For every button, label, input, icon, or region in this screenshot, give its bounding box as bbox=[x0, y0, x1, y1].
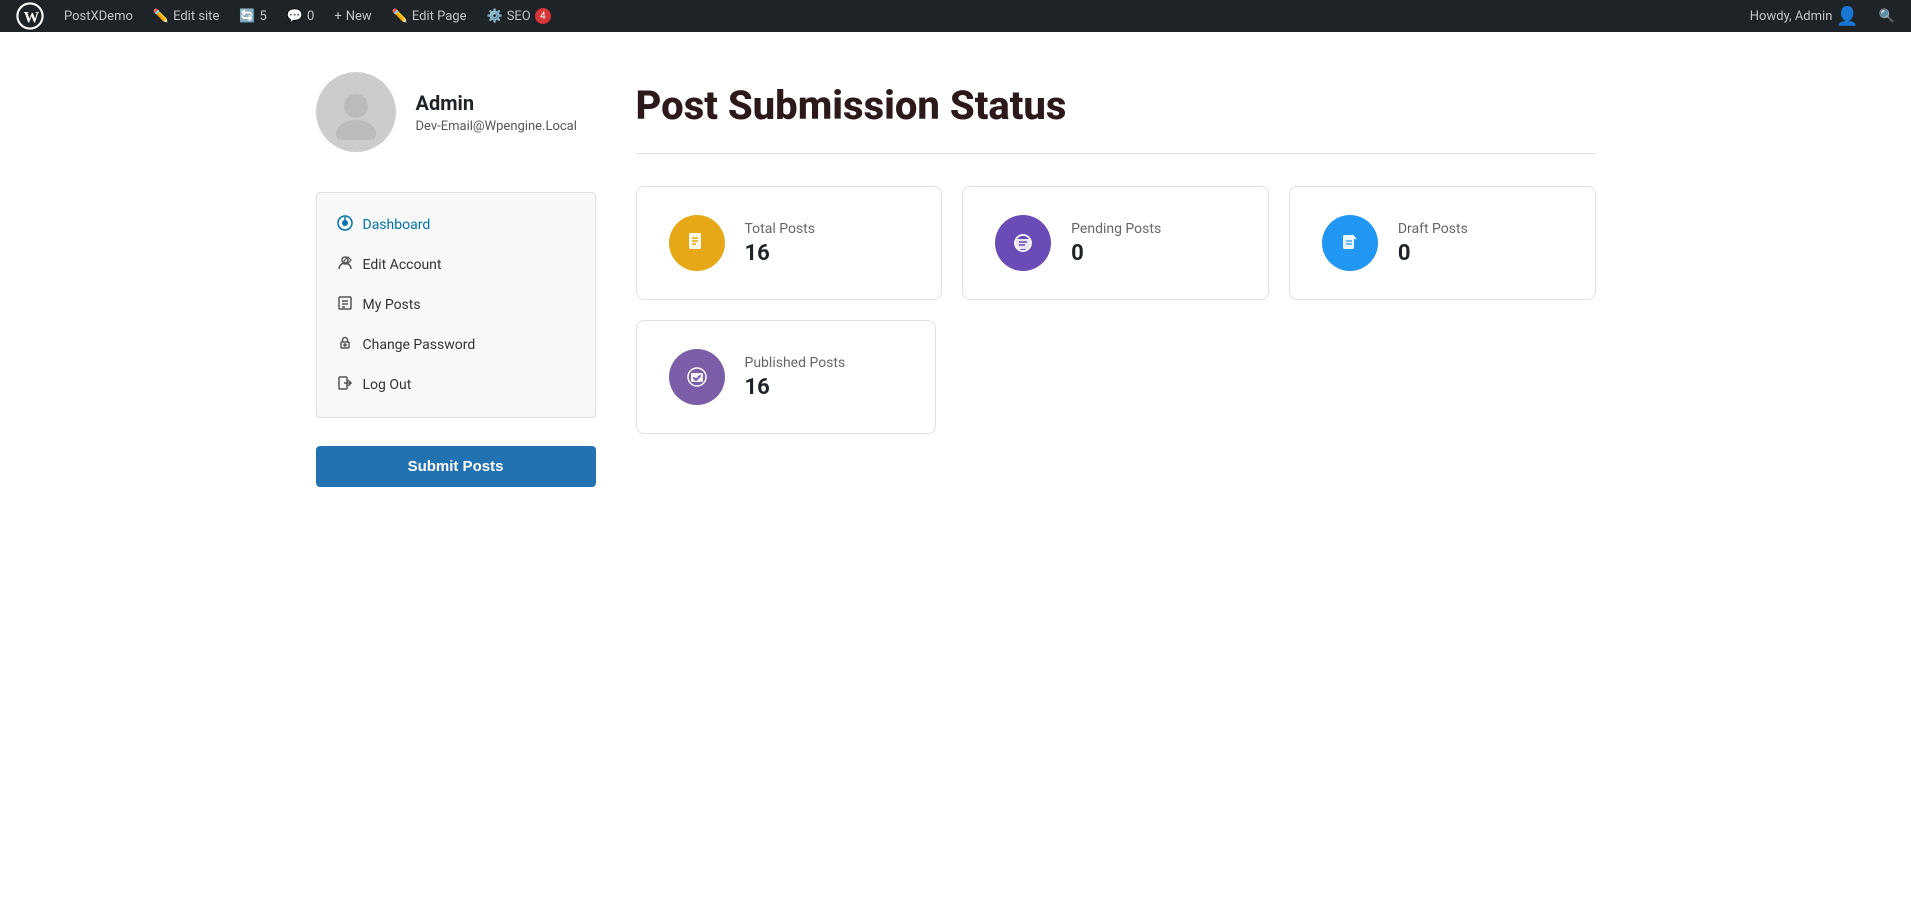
profile-info: Admin Dev-Email@Wpengine.Local bbox=[416, 91, 577, 134]
edit-account-label: Edit Account bbox=[363, 257, 442, 273]
submit-posts-button[interactable]: Submit Posts bbox=[316, 446, 596, 487]
seo-button[interactable]: ⚙️ SEO 4 bbox=[479, 0, 559, 32]
seo-label: SEO bbox=[507, 9, 531, 24]
draft-posts-value: 0 bbox=[1398, 241, 1468, 266]
sidebar-item-my-posts[interactable]: My Posts bbox=[317, 285, 595, 325]
updates-icon: 🔄 bbox=[239, 9, 255, 24]
seo-icon: ⚙️ bbox=[487, 9, 503, 24]
draft-posts-info: Draft Posts 0 bbox=[1398, 221, 1468, 266]
pending-posts-icon-circle bbox=[995, 215, 1051, 271]
nav-menu: Dashboard Edit Account My Posts bbox=[316, 192, 596, 418]
draft-posts-icon-circle bbox=[1322, 215, 1378, 271]
comments-button[interactable]: 💬 0 bbox=[279, 0, 323, 32]
site-name-label: PostXDemo bbox=[64, 9, 133, 24]
log-out-label: Log Out bbox=[363, 377, 412, 393]
stats-row-1: Total Posts 16 Pen bbox=[636, 186, 1596, 300]
published-posts-info: Published Posts 16 bbox=[745, 355, 846, 400]
sidebar-item-dashboard[interactable]: Dashboard bbox=[317, 205, 595, 245]
pending-posts-card: Pending Posts 0 bbox=[962, 186, 1269, 300]
profile-email: Dev-Email@Wpengine.Local bbox=[416, 119, 577, 134]
pencil-icon: ✏️ bbox=[153, 9, 169, 24]
profile-sidebar: Admin Dev-Email@Wpengine.Local Dashboard… bbox=[316, 72, 596, 487]
document-icon bbox=[685, 231, 709, 255]
log-out-icon bbox=[337, 375, 353, 395]
user-avatar-icon: 👤 bbox=[1836, 6, 1858, 27]
site-name-button[interactable]: PostXDemo bbox=[56, 0, 141, 32]
draft-icon bbox=[1338, 231, 1362, 255]
main-content: Post Submission Status Total bbox=[636, 72, 1596, 487]
page-wrapper: Admin Dev-Email@Wpengine.Local Dashboard… bbox=[0, 0, 1911, 919]
dashboard-label: Dashboard bbox=[363, 217, 431, 233]
pending-icon bbox=[1011, 231, 1035, 255]
published-icon bbox=[685, 365, 709, 389]
total-posts-label: Total Posts bbox=[745, 221, 816, 237]
admin-bar: W PostXDemo ✏️ Edit site 🔄 5 💬 0 + New ✏… bbox=[0, 0, 1911, 32]
pending-posts-value: 0 bbox=[1071, 241, 1161, 266]
published-posts-value: 16 bbox=[745, 375, 846, 400]
plus-icon: + bbox=[334, 9, 341, 24]
howdy-label: Howdy, Admin bbox=[1750, 9, 1833, 24]
search-icon: 🔍 bbox=[1879, 9, 1895, 24]
pending-posts-label: Pending Posts bbox=[1071, 221, 1161, 237]
my-posts-label: My Posts bbox=[363, 297, 421, 313]
total-posts-info: Total Posts 16 bbox=[745, 221, 816, 266]
seo-badge: 4 bbox=[535, 8, 551, 24]
sidebar-item-edit-account[interactable]: Edit Account bbox=[317, 245, 595, 285]
adminbar-right: Howdy, Admin 👤 🔍 bbox=[1742, 0, 1903, 32]
stats-row-2: Published Posts 16 bbox=[636, 320, 1596, 434]
sidebar-item-log-out[interactable]: Log Out bbox=[317, 365, 595, 405]
edit-site-label: Edit site bbox=[173, 9, 219, 24]
new-label: New bbox=[346, 9, 372, 24]
svg-text:W: W bbox=[24, 9, 40, 26]
published-posts-card: Published Posts 16 bbox=[636, 320, 936, 434]
profile-header: Admin Dev-Email@Wpengine.Local bbox=[316, 72, 596, 152]
total-posts-icon-circle bbox=[669, 215, 725, 271]
draft-posts-label: Draft Posts bbox=[1398, 221, 1468, 237]
dashboard-icon bbox=[337, 215, 353, 235]
change-password-icon bbox=[337, 335, 353, 355]
page-title: Post Submission Status bbox=[636, 82, 1596, 129]
content-area: Admin Dev-Email@Wpengine.Local Dashboard… bbox=[256, 32, 1656, 527]
edit-site-button[interactable]: ✏️ Edit site bbox=[145, 0, 227, 32]
howdy-button[interactable]: Howdy, Admin 👤 bbox=[1742, 0, 1867, 32]
sidebar-item-change-password[interactable]: Change Password bbox=[317, 325, 595, 365]
published-posts-label: Published Posts bbox=[745, 355, 846, 371]
avatar bbox=[316, 72, 396, 152]
content-divider bbox=[636, 153, 1596, 154]
total-posts-card: Total Posts 16 bbox=[636, 186, 943, 300]
edit-account-icon bbox=[337, 255, 353, 275]
edit-page-button[interactable]: ✏️ Edit Page bbox=[384, 0, 475, 32]
updates-count: 5 bbox=[260, 9, 267, 24]
avatar-icon bbox=[328, 84, 384, 140]
wp-logo-button[interactable]: W bbox=[8, 0, 52, 32]
my-posts-icon bbox=[337, 295, 353, 315]
total-posts-value: 16 bbox=[745, 241, 816, 266]
draft-posts-card: Draft Posts 0 bbox=[1289, 186, 1596, 300]
new-button[interactable]: + New bbox=[326, 0, 379, 32]
pending-posts-info: Pending Posts 0 bbox=[1071, 221, 1161, 266]
profile-name: Admin bbox=[416, 91, 577, 115]
published-posts-icon-circle bbox=[669, 349, 725, 405]
comments-count: 0 bbox=[307, 9, 314, 24]
comments-icon: 💬 bbox=[287, 9, 303, 24]
edit-icon: ✏️ bbox=[392, 9, 408, 24]
updates-button[interactable]: 🔄 5 bbox=[231, 0, 275, 32]
edit-page-label: Edit Page bbox=[412, 9, 467, 24]
search-button[interactable]: 🔍 bbox=[1871, 0, 1903, 32]
change-password-label: Change Password bbox=[363, 337, 476, 353]
